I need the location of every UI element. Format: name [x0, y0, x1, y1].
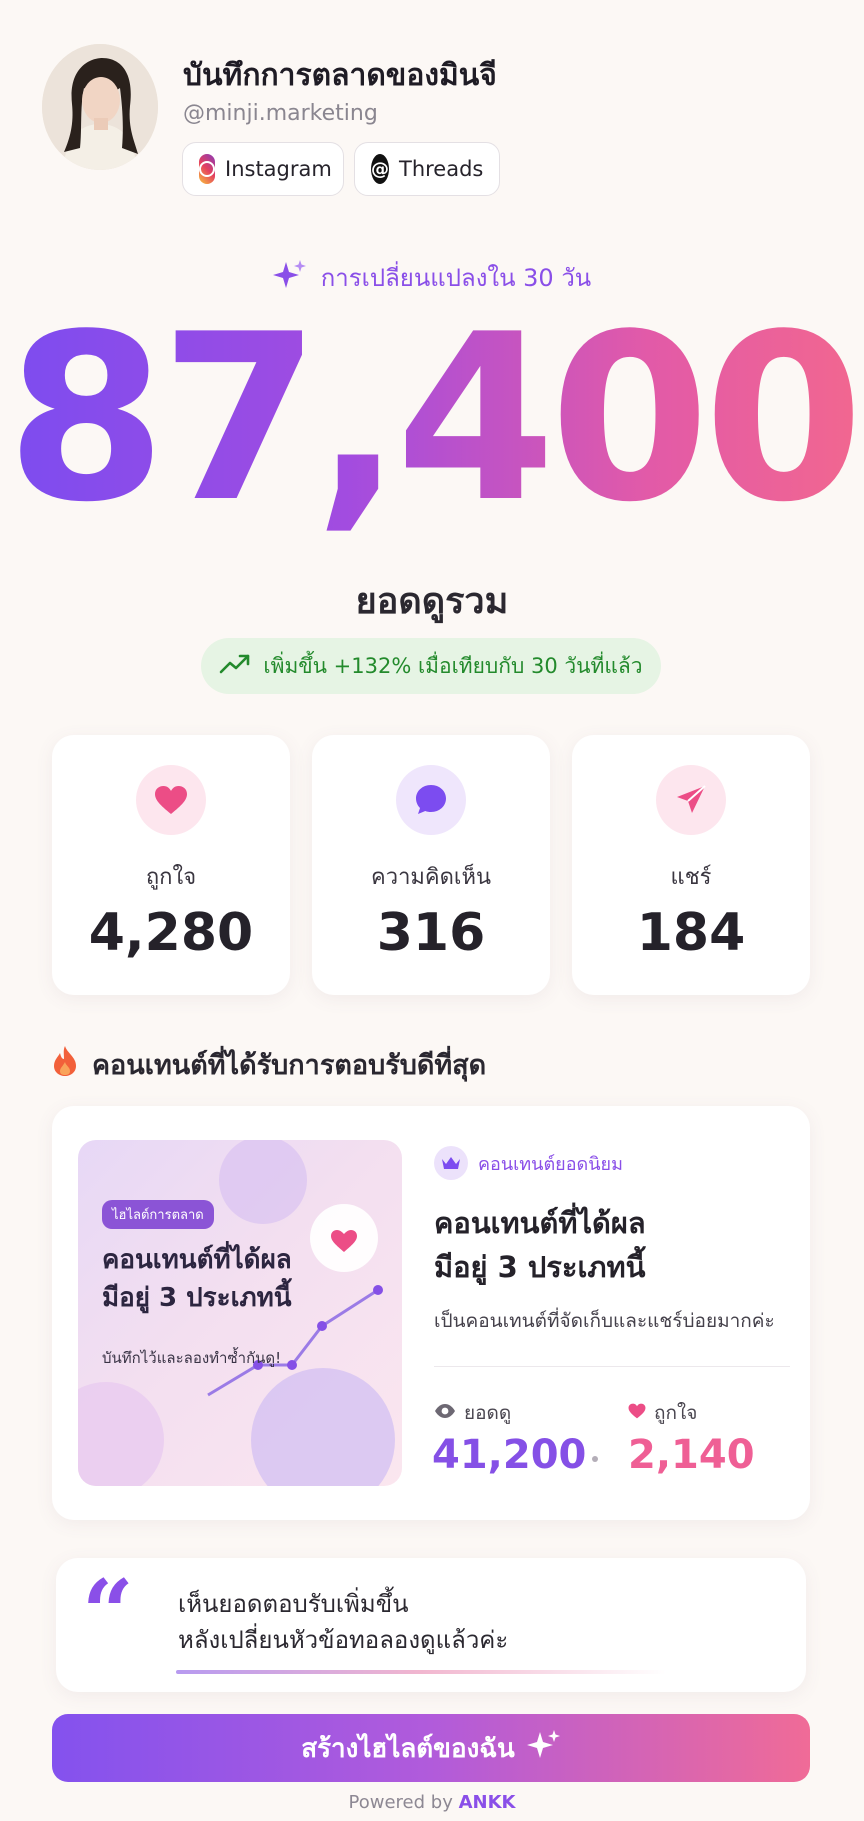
thumbnail-title-line-2: มีอยู่ 3 ประเภทนี้	[102, 1282, 292, 1313]
total-views-label: ยอดดูรวม	[355, 581, 509, 622]
thumbnail-tag: ไฮไลต์การตลาด	[102, 1200, 214, 1229]
content-title-line-1: คอนเทนต์ที่ได้ผล	[434, 1206, 646, 1240]
profile-handle: @minji.marketing	[183, 101, 378, 126]
send-icon	[656, 765, 726, 835]
heart-icon	[628, 1402, 646, 1424]
content-likes-label: ถูกใจ	[654, 1402, 698, 1424]
content-title: คอนเทนต์ที่ได้ผล มีอยู่ 3 ประเภทนี้	[434, 1202, 646, 1289]
shares-stat-card: แชร์ 184	[572, 735, 810, 995]
likes-stat-card: ถูกใจ 4,280	[52, 735, 290, 995]
heart-icon	[136, 765, 206, 835]
testimonial-line-1: เห็นยอดตอบรับเพิ่มขึ้น	[178, 1590, 409, 1618]
sparkle-icon	[526, 1729, 561, 1767]
content-thumbnail[interactable]: ไฮไลต์การตลาด คอนเทนต์ที่ได้ผล มีอยู่ 3 …	[78, 1140, 402, 1486]
comments-label: ความคิดเห็น	[371, 865, 491, 890]
instagram-icon	[199, 154, 215, 184]
comments-stat-card: ความคิดเห็น 316	[312, 735, 550, 995]
section-title-row: คอนเทนต์ที่ได้รับการตอบรับดีที่สุด	[52, 1043, 486, 1086]
quote-icon: “	[82, 1560, 134, 1666]
instagram-badge[interactable]: Instagram	[182, 142, 344, 196]
views-value: 41,200	[432, 1432, 587, 1478]
thumbnail-title-line-1: คอนเทนต์ที่ได้ผล	[102, 1245, 292, 1275]
content-likes-value: 2,140	[628, 1432, 755, 1478]
instagram-label: Instagram	[225, 157, 332, 181]
views-label: ยอดดู	[464, 1402, 512, 1424]
comment-icon	[396, 765, 466, 835]
content-title-line-2: มีอยู่ 3 ประเภทนี้	[434, 1249, 646, 1284]
quote-underline	[176, 1670, 666, 1674]
trend-up-icon	[219, 653, 251, 680]
fire-icon	[52, 1045, 78, 1084]
shares-value: 184	[636, 903, 746, 963]
metric-separator	[592, 1456, 598, 1462]
top-content-card[interactable]: ไฮไลต์การตลาด คอนเทนต์ที่ได้ผล มีอยู่ 3 …	[52, 1106, 810, 1520]
popular-badge-label: คอนเทนต์ยอดนิยม	[478, 1153, 623, 1175]
section-title: คอนเทนต์ที่ได้รับการตอบรับดีที่สุด	[92, 1050, 487, 1081]
divider	[434, 1366, 790, 1367]
eye-icon	[434, 1402, 456, 1424]
shares-label: แชร์	[670, 865, 712, 890]
likes-metric-label-row: ถูกใจ	[628, 1398, 697, 1428]
testimonial-text: เห็นยอดตอบรับเพิ่มขึ้น หลังเปลี่ยนหัวข้อ…	[178, 1586, 508, 1658]
comments-value: 316	[376, 903, 486, 963]
views-metric-label-row: ยอดดู	[434, 1398, 511, 1428]
total-views-number: 87,400	[0, 305, 864, 535]
popular-badge: คอนเทนต์ยอดนิยม	[434, 1146, 623, 1180]
content-description: เป็นคอนเทนต์ที่จัดเก็บและแชร์บ่อยมากค่ะ	[434, 1310, 775, 1332]
cta-label: สร้างไฮไลต์ของฉัน	[301, 1733, 515, 1764]
testimonial-line-2: หลังเปลี่ยนหัวข้อทอลองดูแล้วค่ะ	[178, 1626, 509, 1654]
create-highlight-button[interactable]: สร้างไฮไลต์ของฉัน	[52, 1714, 810, 1782]
growth-badge: เพิ่มขึ้น +132% เมื่อเทียบกับ 30 วันที่แ…	[201, 638, 661, 694]
avatar	[42, 44, 158, 170]
thumbnail-title: คอนเทนต์ที่ได้ผล มีอยู่ 3 ประเภทนี้	[102, 1242, 292, 1317]
powered-by-text: Powered by	[348, 1792, 453, 1813]
profile-name: บันทึกการตลาดของมินจี	[183, 58, 497, 93]
brand-link[interactable]: ANKK	[459, 1792, 516, 1813]
likes-value: 4,280	[88, 903, 254, 963]
crown-icon	[434, 1146, 468, 1180]
testimonial-card: “ เห็นยอดตอบรับเพิ่มขึ้น หลังเปลี่ยนหัวข…	[56, 1558, 806, 1692]
threads-icon: @	[371, 154, 389, 184]
thumbnail-subtitle: บันทึกไว้และลองทำซ้ำกันดู!	[102, 1349, 282, 1367]
threads-badge[interactable]: @ Threads	[354, 142, 500, 196]
growth-text: เพิ่มขึ้น +132% เมื่อเทียบกับ 30 วันที่แ…	[263, 653, 643, 678]
powered-by: Powered by ANKK	[0, 1792, 864, 1813]
likes-label: ถูกใจ	[145, 865, 197, 890]
threads-label: Threads	[399, 157, 484, 181]
